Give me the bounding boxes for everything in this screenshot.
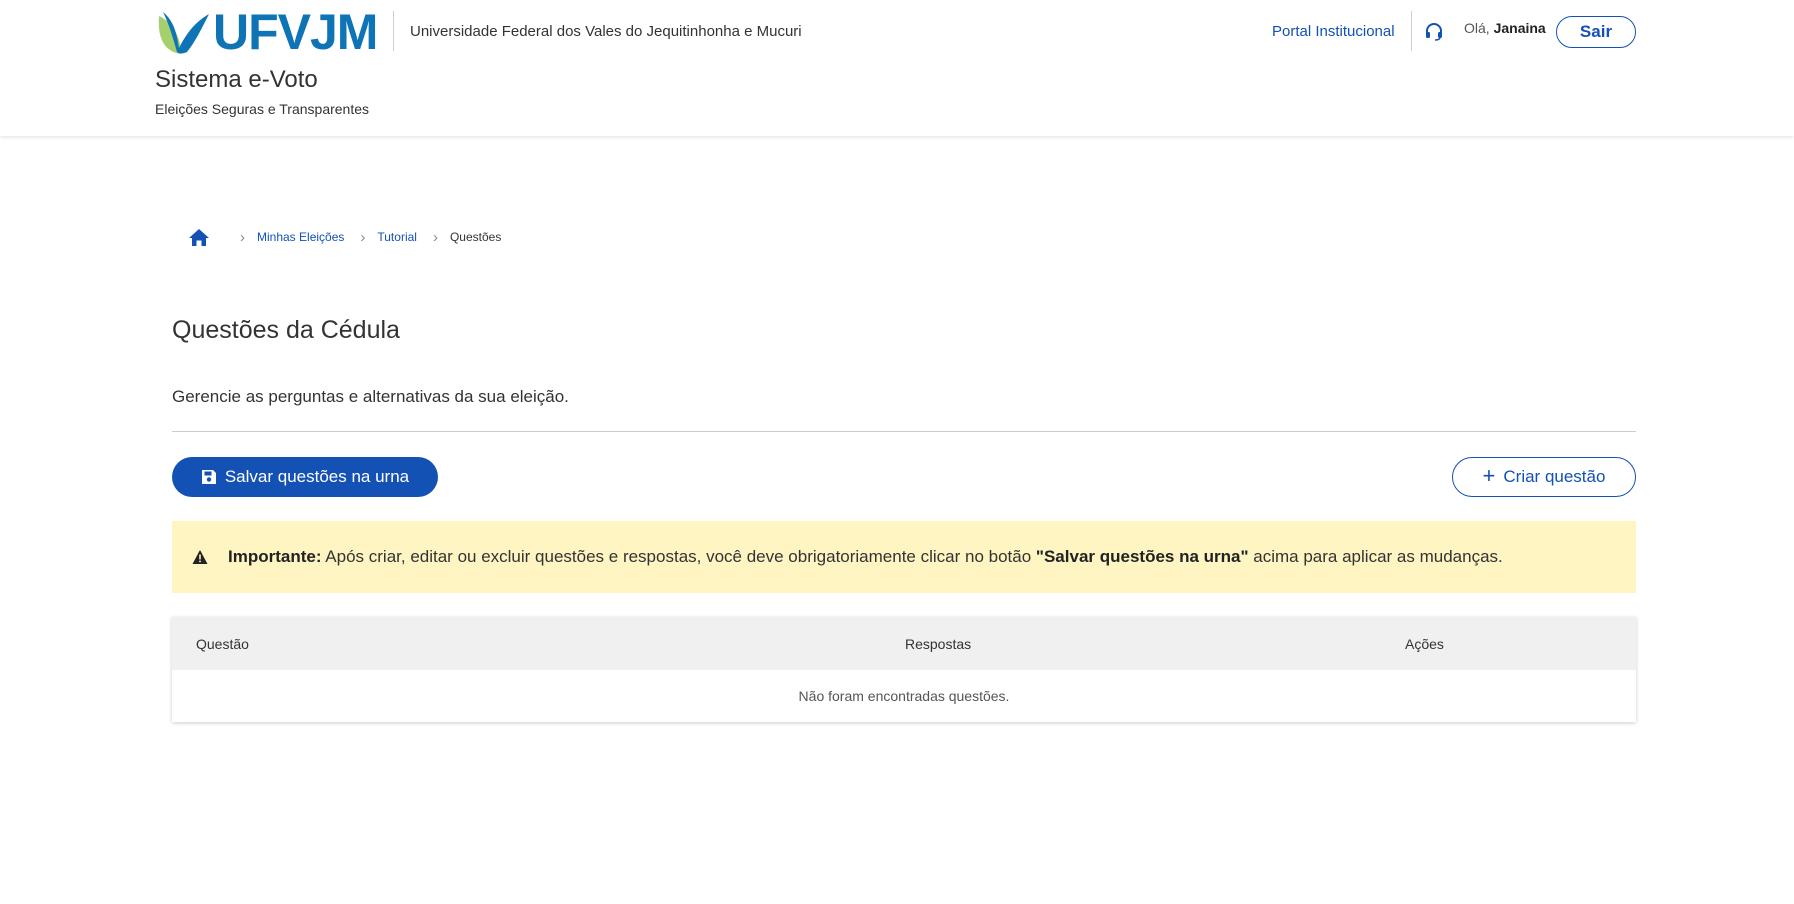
alert-strong-quote: "Salvar questões na urna"	[1035, 547, 1249, 566]
page-title: Questões da Cédula	[172, 316, 400, 344]
section-divider	[172, 431, 1636, 432]
warning-icon	[192, 550, 208, 564]
page-description: Gerencie as perguntas e alternativas da …	[172, 387, 569, 406]
alert-message: Importante: Após criar, editar ou exclui…	[228, 547, 1503, 567]
alert-text-before: Após criar, editar ou excluir questões e…	[321, 547, 1036, 566]
column-header-questao[interactable]: Questão	[196, 636, 249, 652]
greeting-prefix: Olá,	[1464, 20, 1490, 36]
plus-icon: +	[1482, 462, 1496, 488]
user-greeting: Olá, Janaina	[1464, 20, 1546, 36]
create-question-button[interactable]: + Criar questão	[1452, 457, 1636, 497]
header-divider	[393, 11, 394, 51]
column-header-acoes[interactable]: Ações	[1405, 636, 1444, 652]
portal-institucional-link[interactable]: Portal Institucional	[1272, 23, 1395, 40]
chevron-right-icon: ›	[432, 228, 438, 246]
home-icon[interactable]	[188, 227, 210, 247]
university-name: Universidade Federal dos Vales do Jequit…	[410, 23, 802, 40]
app-header: UFVJM Universidade Federal dos Vales do …	[0, 0, 1794, 136]
ufvjm-logo[interactable]: UFVJM	[155, 4, 378, 60]
save-icon	[201, 470, 216, 484]
header-right-divider	[1411, 11, 1412, 51]
empty-table-message: Não foram encontradas questões.	[798, 688, 1010, 704]
save-questions-label: Salvar questões na urna	[224, 467, 410, 486]
logo-text: UFVJM	[213, 4, 378, 60]
system-subtitle: Eleições Seguras e Transparentes	[155, 101, 370, 117]
create-question-label: Criar questão	[1503, 467, 1606, 486]
chevron-right-icon: ›	[240, 228, 245, 246]
headset-icon[interactable]	[1424, 22, 1444, 42]
breadcrumb-current: Questões	[449, 230, 502, 244]
save-questions-button[interactable]: Salvar questões na urna	[172, 457, 438, 497]
table-header-row: Questão Respostas Ações	[172, 617, 1636, 670]
leaf-logo-icon	[158, 12, 209, 54]
alert-text-after: acima para aplicar as mudanças.	[1248, 547, 1503, 566]
alert-strong: Importante:	[228, 547, 322, 566]
breadcrumb: › Minhas Eleições › Tutorial › Questões	[188, 224, 501, 250]
breadcrumb-minhas-eleicoes[interactable]: Minhas Eleições	[257, 230, 344, 244]
column-header-respostas[interactable]: Respostas	[905, 636, 971, 652]
questions-table: Questão Respostas Ações Não foram encont…	[172, 617, 1636, 722]
system-title: Sistema e-Voto	[155, 66, 318, 93]
important-alert: Importante: Após criar, editar ou exclui…	[172, 521, 1636, 593]
user-name: Janaina	[1493, 20, 1546, 36]
logout-button[interactable]: Sair	[1556, 16, 1636, 48]
chevron-right-icon: ›	[360, 228, 366, 246]
breadcrumb-tutorial[interactable]: Tutorial	[377, 230, 417, 244]
